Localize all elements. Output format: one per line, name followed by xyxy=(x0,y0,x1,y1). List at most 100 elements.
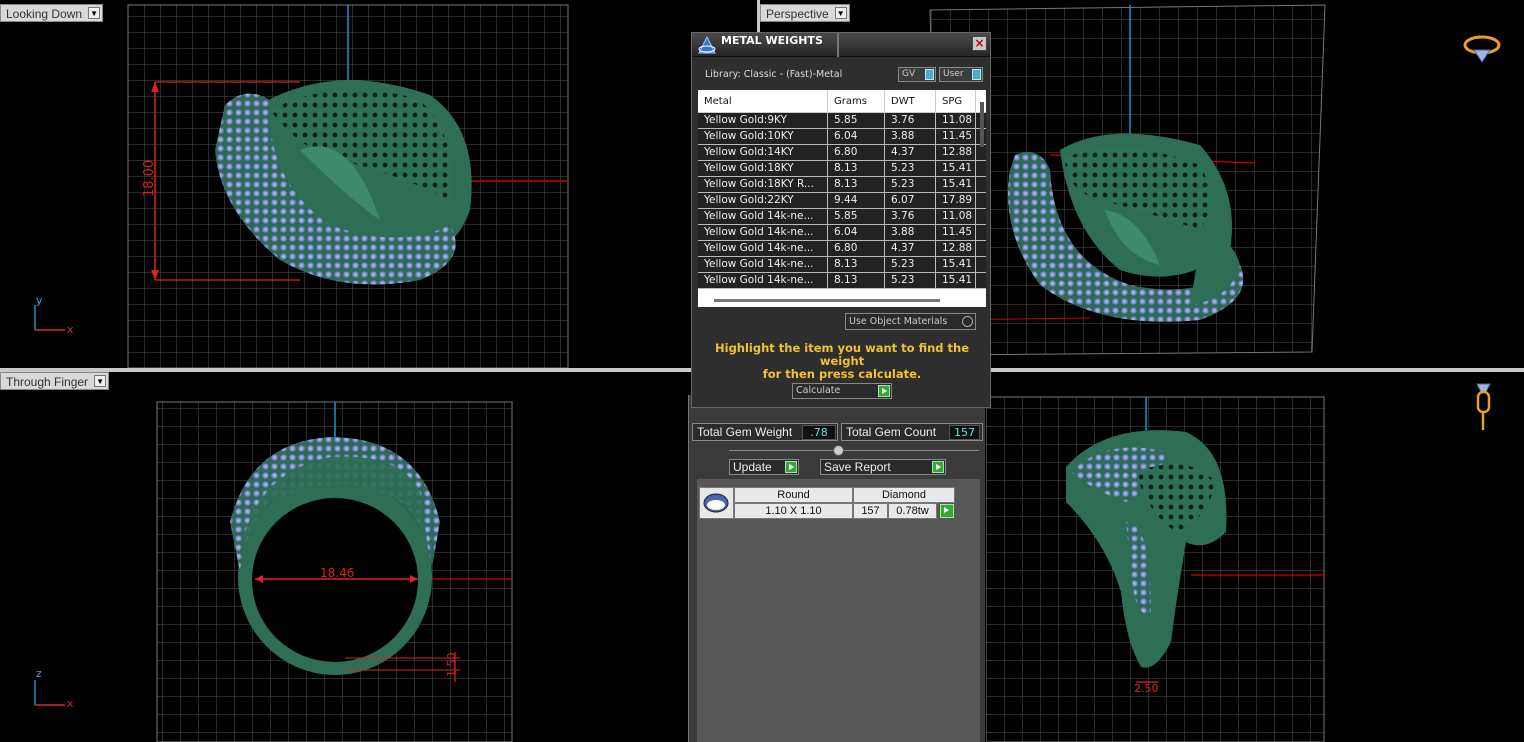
spg-value: 11.45 xyxy=(936,129,976,144)
round-diamond-icon[interactable] xyxy=(699,487,734,519)
spg-value: 17.89 xyxy=(936,193,976,208)
viewport-looking-down[interactable]: 18.00 Looking Down ▼ y x xyxy=(0,0,757,368)
dwt-value: 4.37 xyxy=(885,241,936,256)
save-report-button-label: Save Report xyxy=(824,460,891,474)
dwt-value: 5.23 xyxy=(885,177,936,192)
gem-type: Diamond xyxy=(853,487,955,503)
viewport-title-text: Through Finger xyxy=(6,375,89,389)
calculate-button[interactable]: Calculate xyxy=(792,383,892,399)
panel-slider-track xyxy=(729,450,979,451)
spg-value: 11.45 xyxy=(936,225,976,240)
play-icon xyxy=(932,461,944,473)
dwt-value: 4.37 xyxy=(885,145,936,160)
gem-row-play-button[interactable] xyxy=(938,503,954,519)
table-row[interactable]: Yellow Gold 14k-ne... 5.85 3.76 11.08 xyxy=(698,209,986,225)
dimension-label-thickness: 1.50 xyxy=(445,653,458,678)
metal-name: Yellow Gold:14KY xyxy=(698,145,828,160)
table-row[interactable]: Yellow Gold:18KY 8.13 5.23 15.41 xyxy=(698,161,986,177)
metal-name: Yellow Gold:22KY xyxy=(698,193,828,208)
title-divider xyxy=(837,33,839,57)
dwt-value: 6.07 xyxy=(885,193,936,208)
gem-shape: Round xyxy=(734,487,853,503)
dwt-value: 3.76 xyxy=(885,209,936,224)
use-object-materials-label: Use Object Materials xyxy=(849,316,948,327)
chevron-down-icon[interactable]: ▼ xyxy=(834,7,847,19)
grams-value: 6.04 xyxy=(828,225,885,240)
metal-name: Yellow Gold 14k-ne... xyxy=(698,257,828,272)
viewport-title-text: Perspective xyxy=(766,7,829,21)
vertical-scrollbar[interactable] xyxy=(980,102,984,147)
table-row[interactable]: Yellow Gold 14k-ne... 6.80 4.37 12.88 xyxy=(698,241,986,257)
table-row[interactable]: Yellow Gold:22KY 9.44 6.07 17.89 xyxy=(698,193,986,209)
axis-x-label: x xyxy=(67,323,74,336)
metal-name: Yellow Gold:18KY xyxy=(698,161,828,176)
user-toggle[interactable]: User xyxy=(939,67,983,82)
use-object-materials-button[interactable]: Use Object Materials xyxy=(845,313,976,330)
column-header-spg[interactable]: SPG xyxy=(936,90,976,112)
table-row[interactable]: Yellow Gold 14k-ne... 6.04 3.88 11.45 xyxy=(698,225,986,241)
play-icon xyxy=(940,504,954,518)
play-icon xyxy=(785,461,797,473)
column-header-grams[interactable]: Grams xyxy=(828,90,885,112)
grid-bottom-right: 2.50 xyxy=(986,383,1491,742)
viewport-title-through-finger[interactable]: Through Finger ▼ xyxy=(0,372,110,390)
table-row[interactable]: Yellow Gold:9KY 5.85 3.76 11.08 xyxy=(698,113,986,129)
dwt-value: 5.23 xyxy=(885,273,936,288)
dwt-value: 3.88 xyxy=(885,129,936,144)
gem-panel: Total Gem Weight .78 Total Gem Count 157… xyxy=(688,395,985,742)
instruction-text: Highlight the item you want to find the … xyxy=(692,342,992,381)
dialog-titlebar[interactable]: METAL WEIGHTS × xyxy=(692,33,990,57)
horizontal-scrollbar[interactable] xyxy=(714,299,940,302)
dialog-title: METAL WEIGHTS xyxy=(721,34,823,47)
metal-weights-dialog: METAL WEIGHTS × Library: Classic - (Fast… xyxy=(691,32,991,408)
gem-weight: 0.78tw xyxy=(888,503,937,519)
grams-value: 5.85 xyxy=(828,113,885,128)
save-report-button[interactable]: Save Report xyxy=(820,459,946,475)
viewport-side[interactable]: 2.50 xyxy=(986,372,1524,742)
panel-slider-knob[interactable] xyxy=(833,445,844,456)
user-label: User xyxy=(943,69,964,79)
toggle-indicator-icon xyxy=(925,69,934,80)
close-icon[interactable]: × xyxy=(972,36,987,51)
total-gem-count-value: 157 xyxy=(949,425,980,440)
axis-z-label: z xyxy=(36,667,42,680)
gv-toggle[interactable]: GV xyxy=(898,67,936,82)
chevron-down-icon[interactable]: ▼ xyxy=(94,375,107,387)
library-label: Library: Classic - (Fast)-Metal xyxy=(705,69,843,80)
grid-bottom-left: 18.46 1.50 xyxy=(156,401,513,742)
metal-name: Yellow Gold:10KY xyxy=(698,129,828,144)
dwt-value: 5.23 xyxy=(885,161,936,176)
spg-value: 15.41 xyxy=(936,177,976,192)
table-row[interactable]: Yellow Gold 14k-ne... 8.13 5.23 15.41 xyxy=(698,273,986,289)
table-row[interactable]: Yellow Gold:10KY 6.04 3.88 11.45 xyxy=(698,129,986,145)
table-row[interactable]: Yellow Gold:18KY R... 8.13 5.23 15.41 xyxy=(698,177,986,193)
dwt-value: 3.76 xyxy=(885,113,936,128)
grams-value: 6.80 xyxy=(828,145,885,160)
dimension-label-width: 18.46 xyxy=(320,566,354,580)
grams-value: 5.85 xyxy=(828,209,885,224)
toggle-indicator-icon xyxy=(972,69,981,80)
table-row[interactable]: Yellow Gold 14k-ne... 8.13 5.23 15.41 xyxy=(698,257,986,273)
ring-view-icon[interactable] xyxy=(1463,35,1501,63)
spg-value: 11.08 xyxy=(936,209,976,224)
column-header-metal[interactable]: Metal xyxy=(698,90,828,112)
metal-name: Yellow Gold 14k-ne... xyxy=(698,241,828,256)
spg-value: 15.41 xyxy=(936,161,976,176)
viewport-through-finger[interactable]: 18.46 1.50 Through Finger ▼ z x xyxy=(0,372,688,742)
table-header: Metal Grams DWT SPG xyxy=(698,90,986,113)
axis-y-label: y xyxy=(36,294,43,307)
metal-table[interactable]: Metal Grams DWT SPG Yellow Gold:9KY 5.85 3… xyxy=(698,90,986,307)
calculate-label: Calculate xyxy=(796,385,841,396)
chevron-down-icon[interactable]: ▼ xyxy=(88,7,101,19)
viewport-title-perspective[interactable]: Perspective ▼ xyxy=(760,4,850,22)
instruction-line-1: Highlight the item you want to find the … xyxy=(715,341,969,368)
column-header-dwt[interactable]: DWT xyxy=(885,90,936,112)
spg-value: 12.88 xyxy=(936,241,976,256)
update-button[interactable]: Update xyxy=(729,459,799,475)
viewport-title-text: Looking Down xyxy=(6,7,83,21)
ring-side-view-icon[interactable] xyxy=(1476,383,1491,430)
grams-value: 8.13 xyxy=(828,161,885,176)
viewport-title-looking-down[interactable]: Looking Down ▼ xyxy=(0,4,104,22)
metal-name: Yellow Gold 14k-ne... xyxy=(698,209,828,224)
table-row[interactable]: Yellow Gold:14KY 6.80 4.37 12.88 xyxy=(698,145,986,161)
